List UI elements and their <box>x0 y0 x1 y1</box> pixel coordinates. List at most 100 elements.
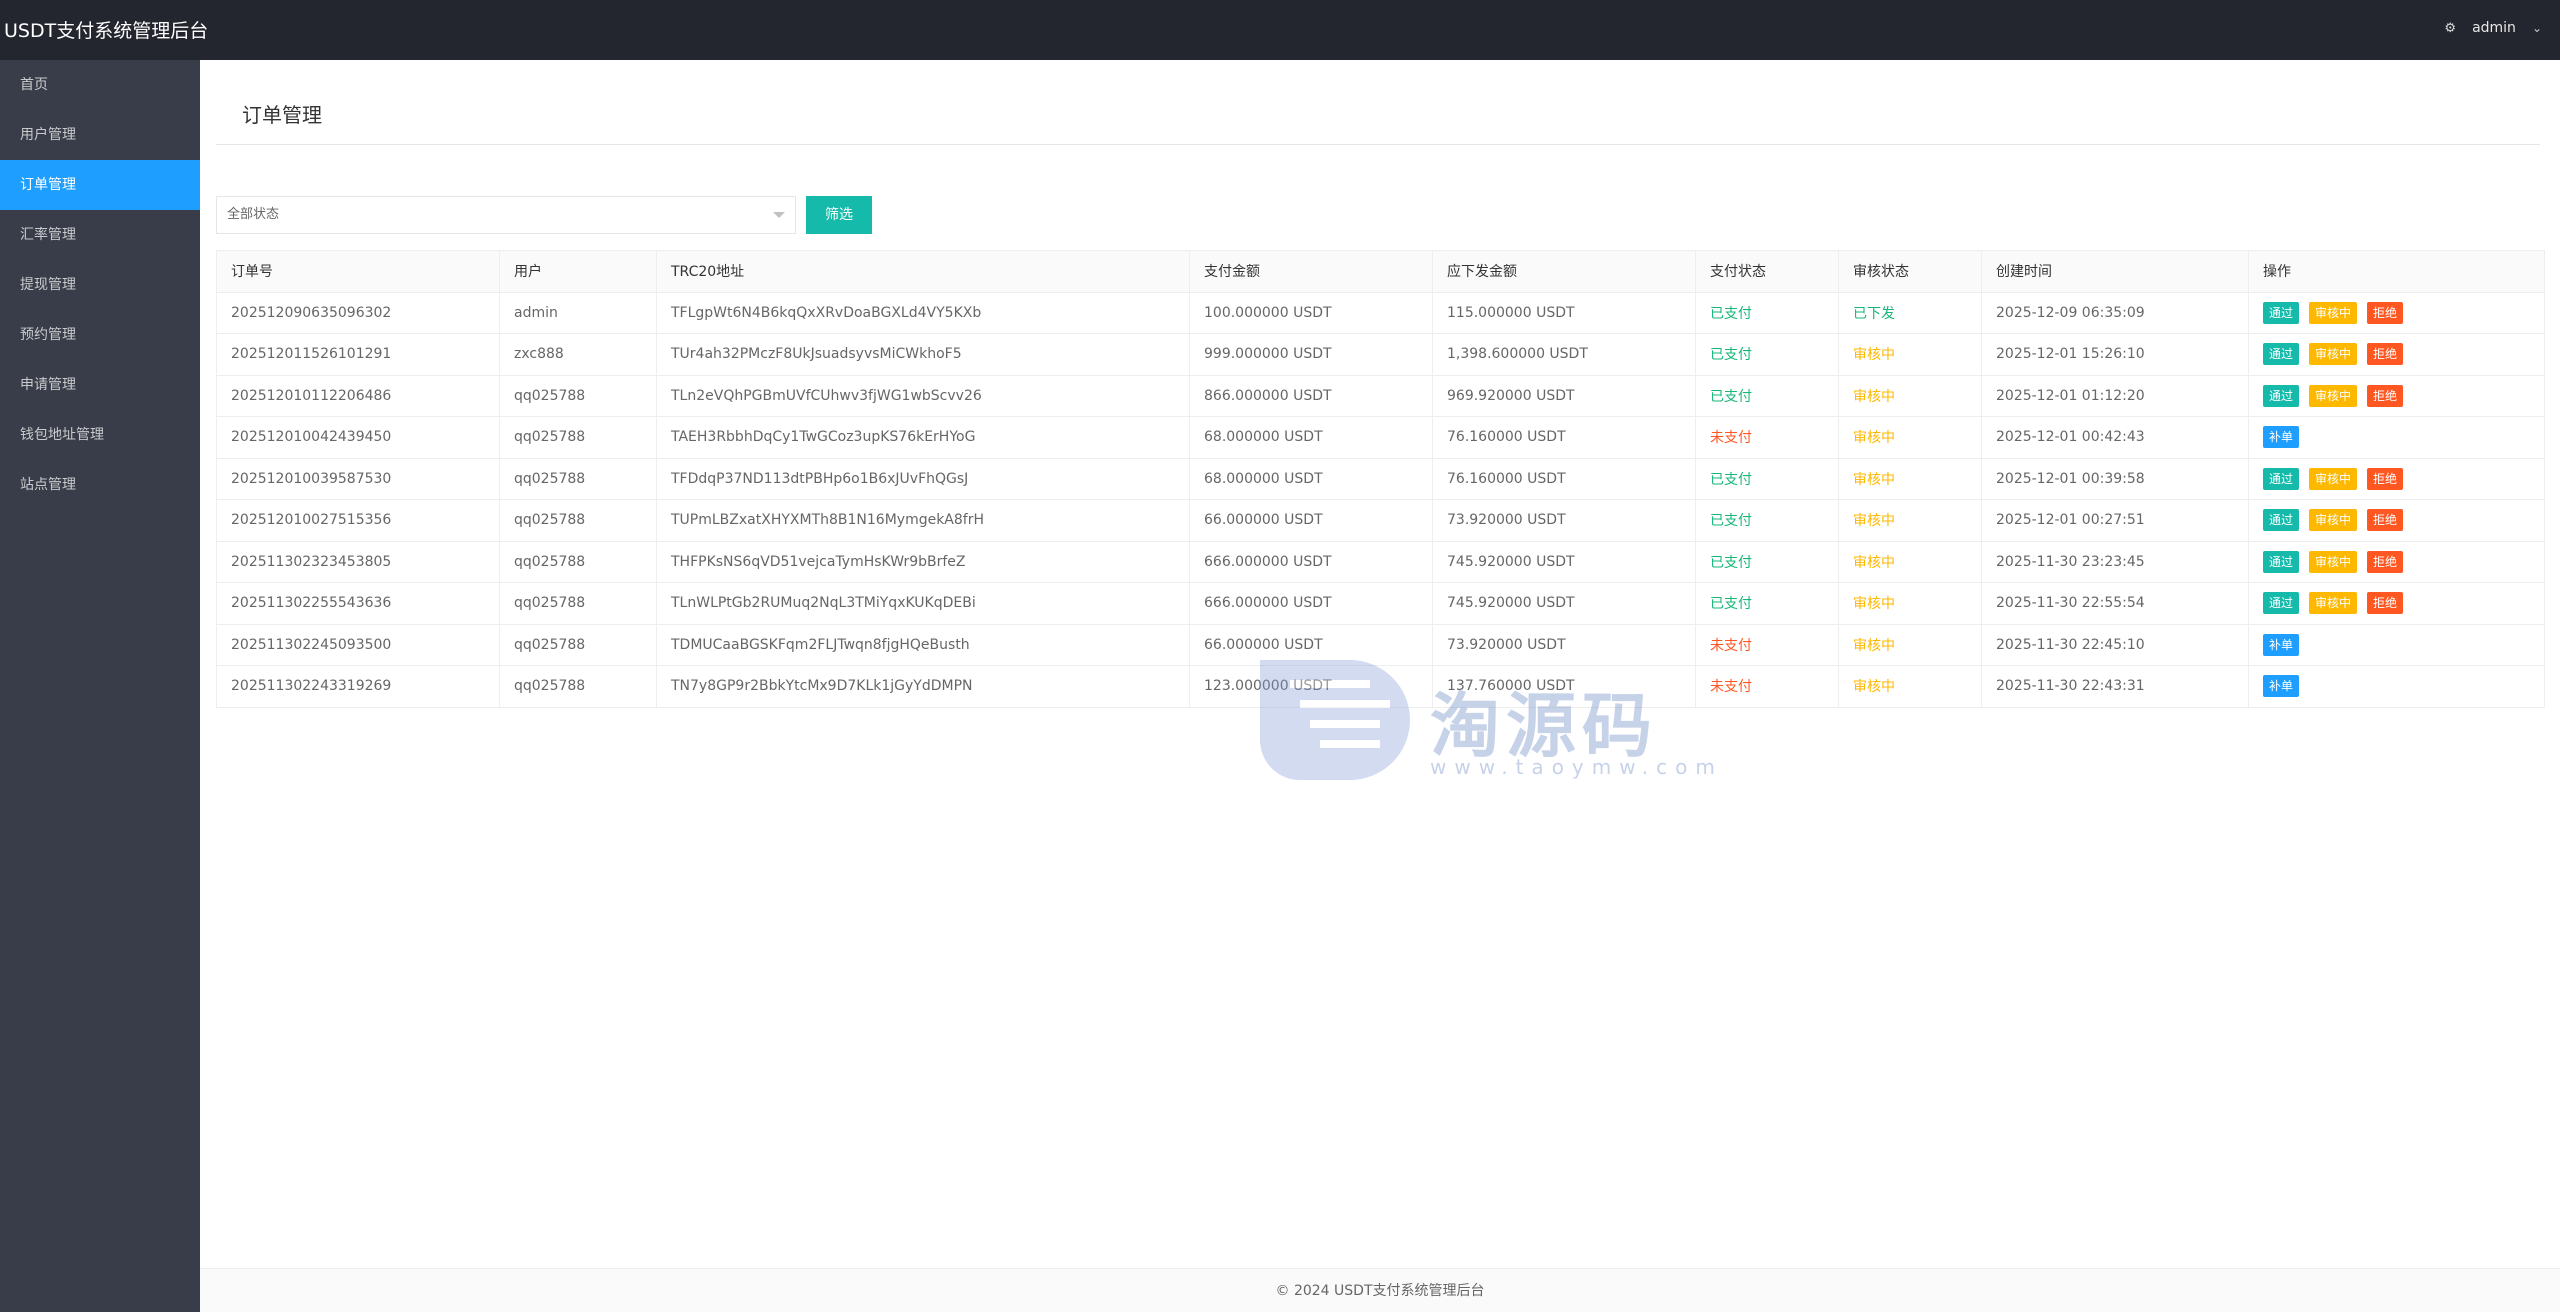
pay-status-cell: 已支付 <box>1695 540 1839 583</box>
reviewing-button[interactable]: 审核中 <box>2309 509 2358 532</box>
pass-button[interactable]: 通过 <box>2263 301 2300 324</box>
chevron-down-icon[interactable]: ⌄ <box>2532 21 2542 35</box>
user-avatar-icon[interactable]: ⚙ <box>2444 21 2456 36</box>
pay-amount-cell: 666.000000 USDT <box>1189 540 1433 583</box>
sidebar-item-home[interactable]: 首页 <box>0 60 200 110</box>
actions-cell: 通过 审核中 拒绝 <box>2248 333 2545 376</box>
pass-button[interactable]: 通过 <box>2263 343 2300 366</box>
sidebar-item-withdraw[interactable]: 提现管理 <box>0 260 200 310</box>
actions-cell: 通过 审核中 拒绝 <box>2248 291 2545 334</box>
audit-status-cell: 审核中 <box>1838 540 1982 583</box>
user-cell: qq025788 <box>499 457 657 500</box>
reject-button[interactable]: 拒绝 <box>2367 343 2404 366</box>
pay-amount-cell: 68.000000 USDT <box>1189 457 1433 500</box>
sidebar-nav: 首页 用户管理 订单管理 汇率管理 提现管理 预约管理 申请管理 钱包地址管理 … <box>0 60 200 1312</box>
address-cell: TFLgpWt6N4B6kqQxXRvDoaBGXLd4VY5KXb <box>656 291 1190 334</box>
section-header: 订单管理 <box>216 96 2540 145</box>
sidebar-item-users[interactable]: 用户管理 <box>0 110 200 160</box>
payout-amount-cell: 1,398.600000 USDT <box>1432 333 1696 376</box>
user-cell: qq025788 <box>499 416 657 459</box>
user-area[interactable]: ⚙ admin ⌄ <box>2444 20 2542 36</box>
payout-amount-cell: 115.000000 USDT <box>1432 291 1696 334</box>
section-divider <box>216 144 2540 145</box>
reviewing-button[interactable]: 审核中 <box>2309 301 2358 324</box>
order-id-cell: 202511302323453805 <box>216 540 500 583</box>
supplement-button[interactable]: 补单 <box>2263 426 2300 449</box>
pass-button[interactable]: 通过 <box>2263 384 2300 407</box>
supplement-button[interactable]: 补单 <box>2263 675 2300 698</box>
col-pay-status: 支付状态 <box>1695 250 1839 293</box>
reviewing-button[interactable]: 审核中 <box>2309 467 2358 490</box>
actions-cell: 补单 <box>2248 665 2545 708</box>
user-name[interactable]: admin <box>2472 20 2516 36</box>
audit-status-cell: 审核中 <box>1838 582 1982 625</box>
payout-amount-cell: 73.920000 USDT <box>1432 623 1696 666</box>
app-title: USDT支付系统管理后台 <box>4 20 209 42</box>
table-row: 202511302245093500 qq025788 TDMUCaaBGSKFqm… <box>216 623 2545 666</box>
order-id-cell: 202512011526101291 <box>216 333 500 376</box>
order-id-cell: 202511302255543636 <box>216 582 500 625</box>
supplement-button[interactable]: 补单 <box>2263 633 2300 656</box>
reject-button[interactable]: 拒绝 <box>2367 592 2404 615</box>
action-buttons: 补单 <box>2263 426 2530 449</box>
reject-button[interactable]: 拒绝 <box>2367 301 2404 324</box>
action-buttons: 通过 审核中 拒绝 <box>2263 467 2530 490</box>
reviewing-button[interactable]: 审核中 <box>2309 592 2358 615</box>
user-cell: admin <box>499 291 657 334</box>
action-buttons: 通过 审核中 拒绝 <box>2263 384 2530 407</box>
pass-button[interactable]: 通过 <box>2263 509 2300 532</box>
pay-amount-cell: 66.000000 USDT <box>1189 499 1433 542</box>
pay-status-cell: 未支付 <box>1695 665 1839 708</box>
reject-button[interactable]: 拒绝 <box>2367 509 2404 532</box>
actions-cell: 补单 <box>2248 416 2545 459</box>
reject-button[interactable]: 拒绝 <box>2367 467 2404 490</box>
table-row: 202512010042439450 qq025788 TAEH3RbbhDqCy1… <box>216 416 2545 459</box>
col-user: 用户 <box>499 250 657 293</box>
reject-button[interactable]: 拒绝 <box>2367 550 2404 573</box>
actions-cell: 通过 审核中 拒绝 <box>2248 499 2545 542</box>
sidebar-item-orders[interactable]: 订单管理 <box>0 160 200 210</box>
reviewing-button[interactable]: 审核中 <box>2309 343 2358 366</box>
action-buttons: 通过 审核中 拒绝 <box>2263 301 2530 324</box>
pay-status-cell: 未支付 <box>1695 623 1839 666</box>
table-header-row: 订单号 用户 TRC20地址 支付金额 应下发金额 支付状态 审核状态 创建时间… <box>216 250 2545 293</box>
address-cell: THFPKsNS6qVD51vejcaTymHsKWr9bBrfeZ <box>656 540 1190 583</box>
order-id-cell: 202512010112206486 <box>216 374 500 417</box>
pass-button[interactable]: 通过 <box>2263 592 2300 615</box>
order-id-cell: 202512090635096302 <box>216 291 500 334</box>
created-time-cell: 2025-11-30 23:23:45 <box>1981 540 2249 583</box>
user-cell: zxc888 <box>499 333 657 376</box>
audit-status-cell: 审核中 <box>1838 623 1982 666</box>
sidebar-item-exchange-rate[interactable]: 汇率管理 <box>0 210 200 260</box>
user-cell: qq025788 <box>499 582 657 625</box>
reviewing-button[interactable]: 审核中 <box>2309 384 2358 407</box>
address-cell: TAEH3RbbhDqCy1TwGCoz3upKS76kErHYoG <box>656 416 1190 459</box>
actions-cell: 通过 审核中 拒绝 <box>2248 457 2545 500</box>
table-row: 202511302255543636 qq025788 TLnWLPtGb2RUMu… <box>216 582 2545 625</box>
action-buttons: 补单 <box>2263 633 2530 656</box>
orders-table: 订单号 用户 TRC20地址 支付金额 应下发金额 支付状态 审核状态 创建时间… <box>216 250 2545 708</box>
actions-cell: 通过 审核中 拒绝 <box>2248 540 2545 583</box>
pay-status-cell: 已支付 <box>1695 291 1839 334</box>
page-title: 订单管理 <box>228 96 336 144</box>
reject-button[interactable]: 拒绝 <box>2367 384 2404 407</box>
sidebar-item-application[interactable]: 申请管理 <box>0 360 200 410</box>
pass-button[interactable]: 通过 <box>2263 467 2300 490</box>
reviewing-button[interactable]: 审核中 <box>2309 550 2358 573</box>
audit-status-cell: 审核中 <box>1838 333 1982 376</box>
sidebar-item-site[interactable]: 站点管理 <box>0 460 200 510</box>
col-audit-status: 审核状态 <box>1838 250 1982 293</box>
pass-button[interactable]: 通过 <box>2263 550 2300 573</box>
table-row: 202512011526101291 zxc888 TUr4ah32PMczF8Uk… <box>216 333 2545 376</box>
pay-amount-cell: 666.000000 USDT <box>1189 582 1433 625</box>
sidebar-item-reservation[interactable]: 预约管理 <box>0 310 200 360</box>
footer: © 2024 USDT支付系统管理后台 <box>200 1268 2560 1312</box>
user-cell: qq025788 <box>499 374 657 417</box>
created-time-cell: 2025-11-30 22:55:54 <box>1981 582 2249 625</box>
table-row: 202512010027515356 qq025788 TUPmLBZxatXHYX… <box>216 499 2545 542</box>
created-time-cell: 2025-12-01 00:27:51 <box>1981 499 2249 542</box>
action-buttons: 补单 <box>2263 675 2530 698</box>
pay-status-cell: 已支付 <box>1695 333 1839 376</box>
payout-amount-cell: 745.920000 USDT <box>1432 540 1696 583</box>
sidebar-item-wallet[interactable]: 钱包地址管理 <box>0 410 200 460</box>
